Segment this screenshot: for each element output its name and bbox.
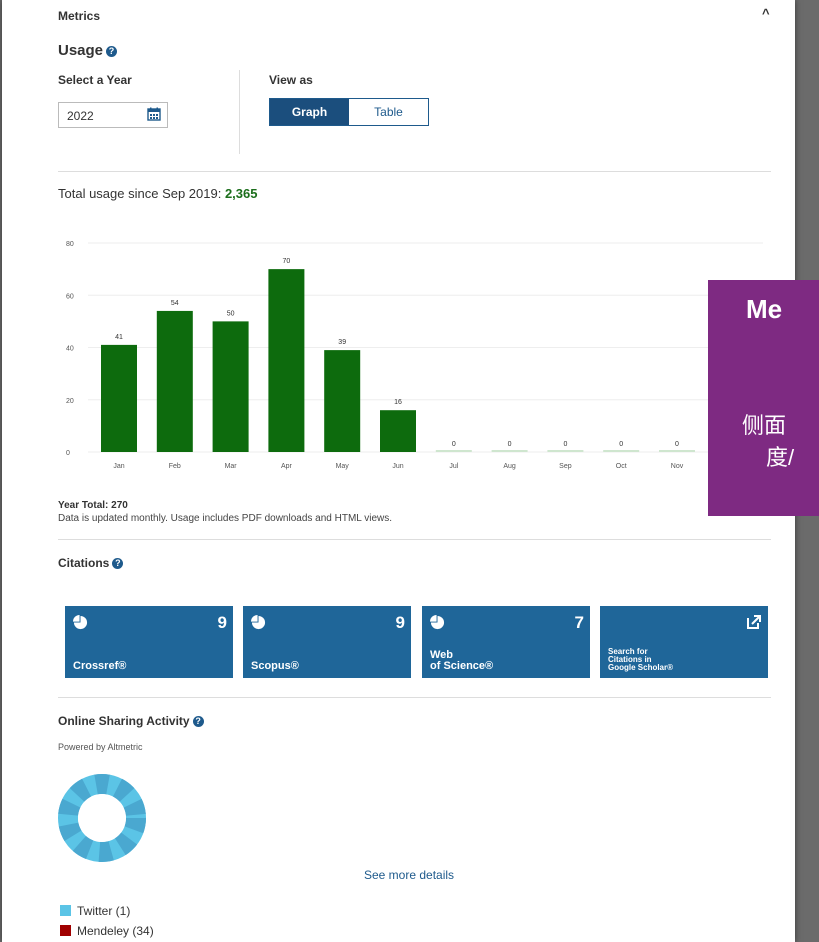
x-tick-label: Jul xyxy=(449,463,458,470)
citations-title-text: Citations xyxy=(58,556,110,570)
bar-value-label: 0 xyxy=(508,441,512,448)
metrics-panel: Metrics ^ Usage? Select a Year 2022 View… xyxy=(2,0,795,942)
x-tick-label: Apr xyxy=(281,463,293,470)
web-of-science-label: Web of Science® xyxy=(430,650,493,672)
external-link-icon xyxy=(747,615,761,629)
google-scholar-label: Search for Citations in Google Scholar® xyxy=(608,648,673,672)
bar-value-label: 41 xyxy=(115,334,123,341)
scopus-label: Scopus® xyxy=(251,660,299,672)
google-scholar-label-line3: Google Scholar® xyxy=(608,663,674,672)
x-tick-label: Mar xyxy=(225,463,238,470)
help-icon[interactable]: ? xyxy=(106,45,118,57)
x-tick-label: Sep xyxy=(559,463,572,470)
bar-value-label: 39 xyxy=(338,339,346,346)
online-sharing-title: Online Sharing Activity? xyxy=(58,714,204,728)
total-usage: Total usage since Sep 2019: 2,365 xyxy=(58,186,258,201)
crossref-label: Crossref® xyxy=(73,660,127,672)
scopus-tile[interactable]: 9 Scopus® xyxy=(243,606,411,678)
online-sharing-title-text: Online Sharing Activity xyxy=(58,714,190,728)
chart-bar xyxy=(491,450,528,452)
view-toggle: Graph Table xyxy=(269,98,429,126)
legend-label: Mendeley (34) xyxy=(77,924,154,938)
bar-value-label: 54 xyxy=(171,300,179,307)
usage-title-text: Usage xyxy=(58,42,104,59)
x-tick-label: Aug xyxy=(503,463,516,470)
x-tick-label: Feb xyxy=(169,463,181,470)
table-button[interactable]: Table xyxy=(349,99,428,125)
bar-value-label: 0 xyxy=(619,441,623,448)
chart-bar xyxy=(324,350,361,452)
bar-value-label: 50 xyxy=(227,310,235,317)
x-tick-label: May xyxy=(336,463,350,470)
web-of-science-count: 7 xyxy=(574,613,584,632)
chart-bar xyxy=(435,450,472,452)
usage-title: Usage? xyxy=(58,42,118,59)
pie-chart-icon xyxy=(251,615,266,630)
chart-bar xyxy=(380,410,416,452)
help-icon[interactable]: ? xyxy=(192,716,204,728)
bar-value-label: 0 xyxy=(452,441,456,448)
bar-value-label: 0 xyxy=(675,441,679,448)
chart-bar xyxy=(101,344,137,452)
legend-swatch xyxy=(60,905,71,916)
x-tick-label: Nov xyxy=(671,463,684,470)
divider xyxy=(58,171,771,172)
chart-bar xyxy=(212,321,249,452)
total-usage-value: 2,365 xyxy=(224,186,258,201)
overlay-callout: Me 侧面 度/ xyxy=(708,280,819,516)
x-tick-label: Jan xyxy=(113,463,124,470)
citations-title: Citations? xyxy=(58,556,124,570)
legend-swatch xyxy=(60,925,71,936)
powered-by: Powered by Altmetric xyxy=(58,742,143,752)
calendar-icon[interactable] xyxy=(147,107,161,121)
overlay-title: Me xyxy=(746,294,783,324)
y-tick-label: 40 xyxy=(66,346,74,353)
web-of-science-tile[interactable]: 7 Web of Science® xyxy=(422,606,590,678)
web-of-science-label-line2: of Science® xyxy=(430,660,494,672)
graph-button[interactable]: Graph xyxy=(270,99,349,125)
year-value: 2022 xyxy=(67,109,94,123)
altmetric-donut[interactable] xyxy=(58,774,146,862)
crossref-tile[interactable]: 9 Crossref® xyxy=(65,606,233,678)
legend-item-twitter: Twitter (1) xyxy=(60,904,130,918)
chart-bar xyxy=(603,450,640,452)
citation-tiles: 9 Crossref® 9 Scopus® 7 Web of Science® xyxy=(65,606,769,678)
legend-label: Twitter (1) xyxy=(77,904,131,918)
metrics-title: Metrics xyxy=(58,9,101,23)
divider xyxy=(58,697,771,698)
usage-note: Data is updated monthly. Usage includes … xyxy=(58,513,393,524)
pie-chart-icon xyxy=(430,615,445,630)
bar-value-label: 70 xyxy=(283,258,291,265)
year-picker[interactable]: 2022 xyxy=(58,102,168,128)
crossref-count: 9 xyxy=(217,613,227,632)
year-total: Year Total: 270 xyxy=(58,500,128,511)
overlay-line2: 度/ xyxy=(766,445,795,470)
x-tick-label: Jun xyxy=(392,463,403,470)
google-scholar-tile[interactable]: Search for Citations in Google Scholar® xyxy=(600,606,768,678)
y-tick-label: 0 xyxy=(66,450,70,457)
legend-item-mendeley: Mendeley (34) xyxy=(60,924,154,938)
overlay-line1: 侧面 xyxy=(742,413,787,438)
scopus-count: 9 xyxy=(395,613,405,632)
chart-bar xyxy=(659,450,695,452)
select-year-label: Select a Year xyxy=(58,73,132,87)
y-tick-label: 60 xyxy=(66,293,74,300)
view-as-label: View as xyxy=(269,73,313,87)
vertical-divider xyxy=(239,70,240,154)
x-tick-label: Oct xyxy=(616,463,627,470)
y-tick-label: 80 xyxy=(66,241,74,248)
chart-bar xyxy=(156,310,193,452)
total-usage-label: Total usage since Sep 2019: xyxy=(58,186,225,201)
bar-value-label: 0 xyxy=(563,441,567,448)
y-tick-label: 20 xyxy=(66,398,74,405)
chevron-up-icon[interactable]: ^ xyxy=(762,6,770,21)
chart-bar xyxy=(268,269,305,452)
usage-bar-chart: 0 20 40 60 80 41 Jan 54 Feb 50 Mar 70 Apr 39 May 16 Jun 0… xyxy=(66,241,763,470)
divider xyxy=(58,539,771,540)
chart-bar xyxy=(547,450,584,452)
pie-chart-icon xyxy=(73,615,88,630)
help-icon[interactable]: ? xyxy=(112,558,124,570)
bar-value-label: 16 xyxy=(394,399,402,406)
see-more-details-link[interactable]: See more details xyxy=(364,868,454,882)
